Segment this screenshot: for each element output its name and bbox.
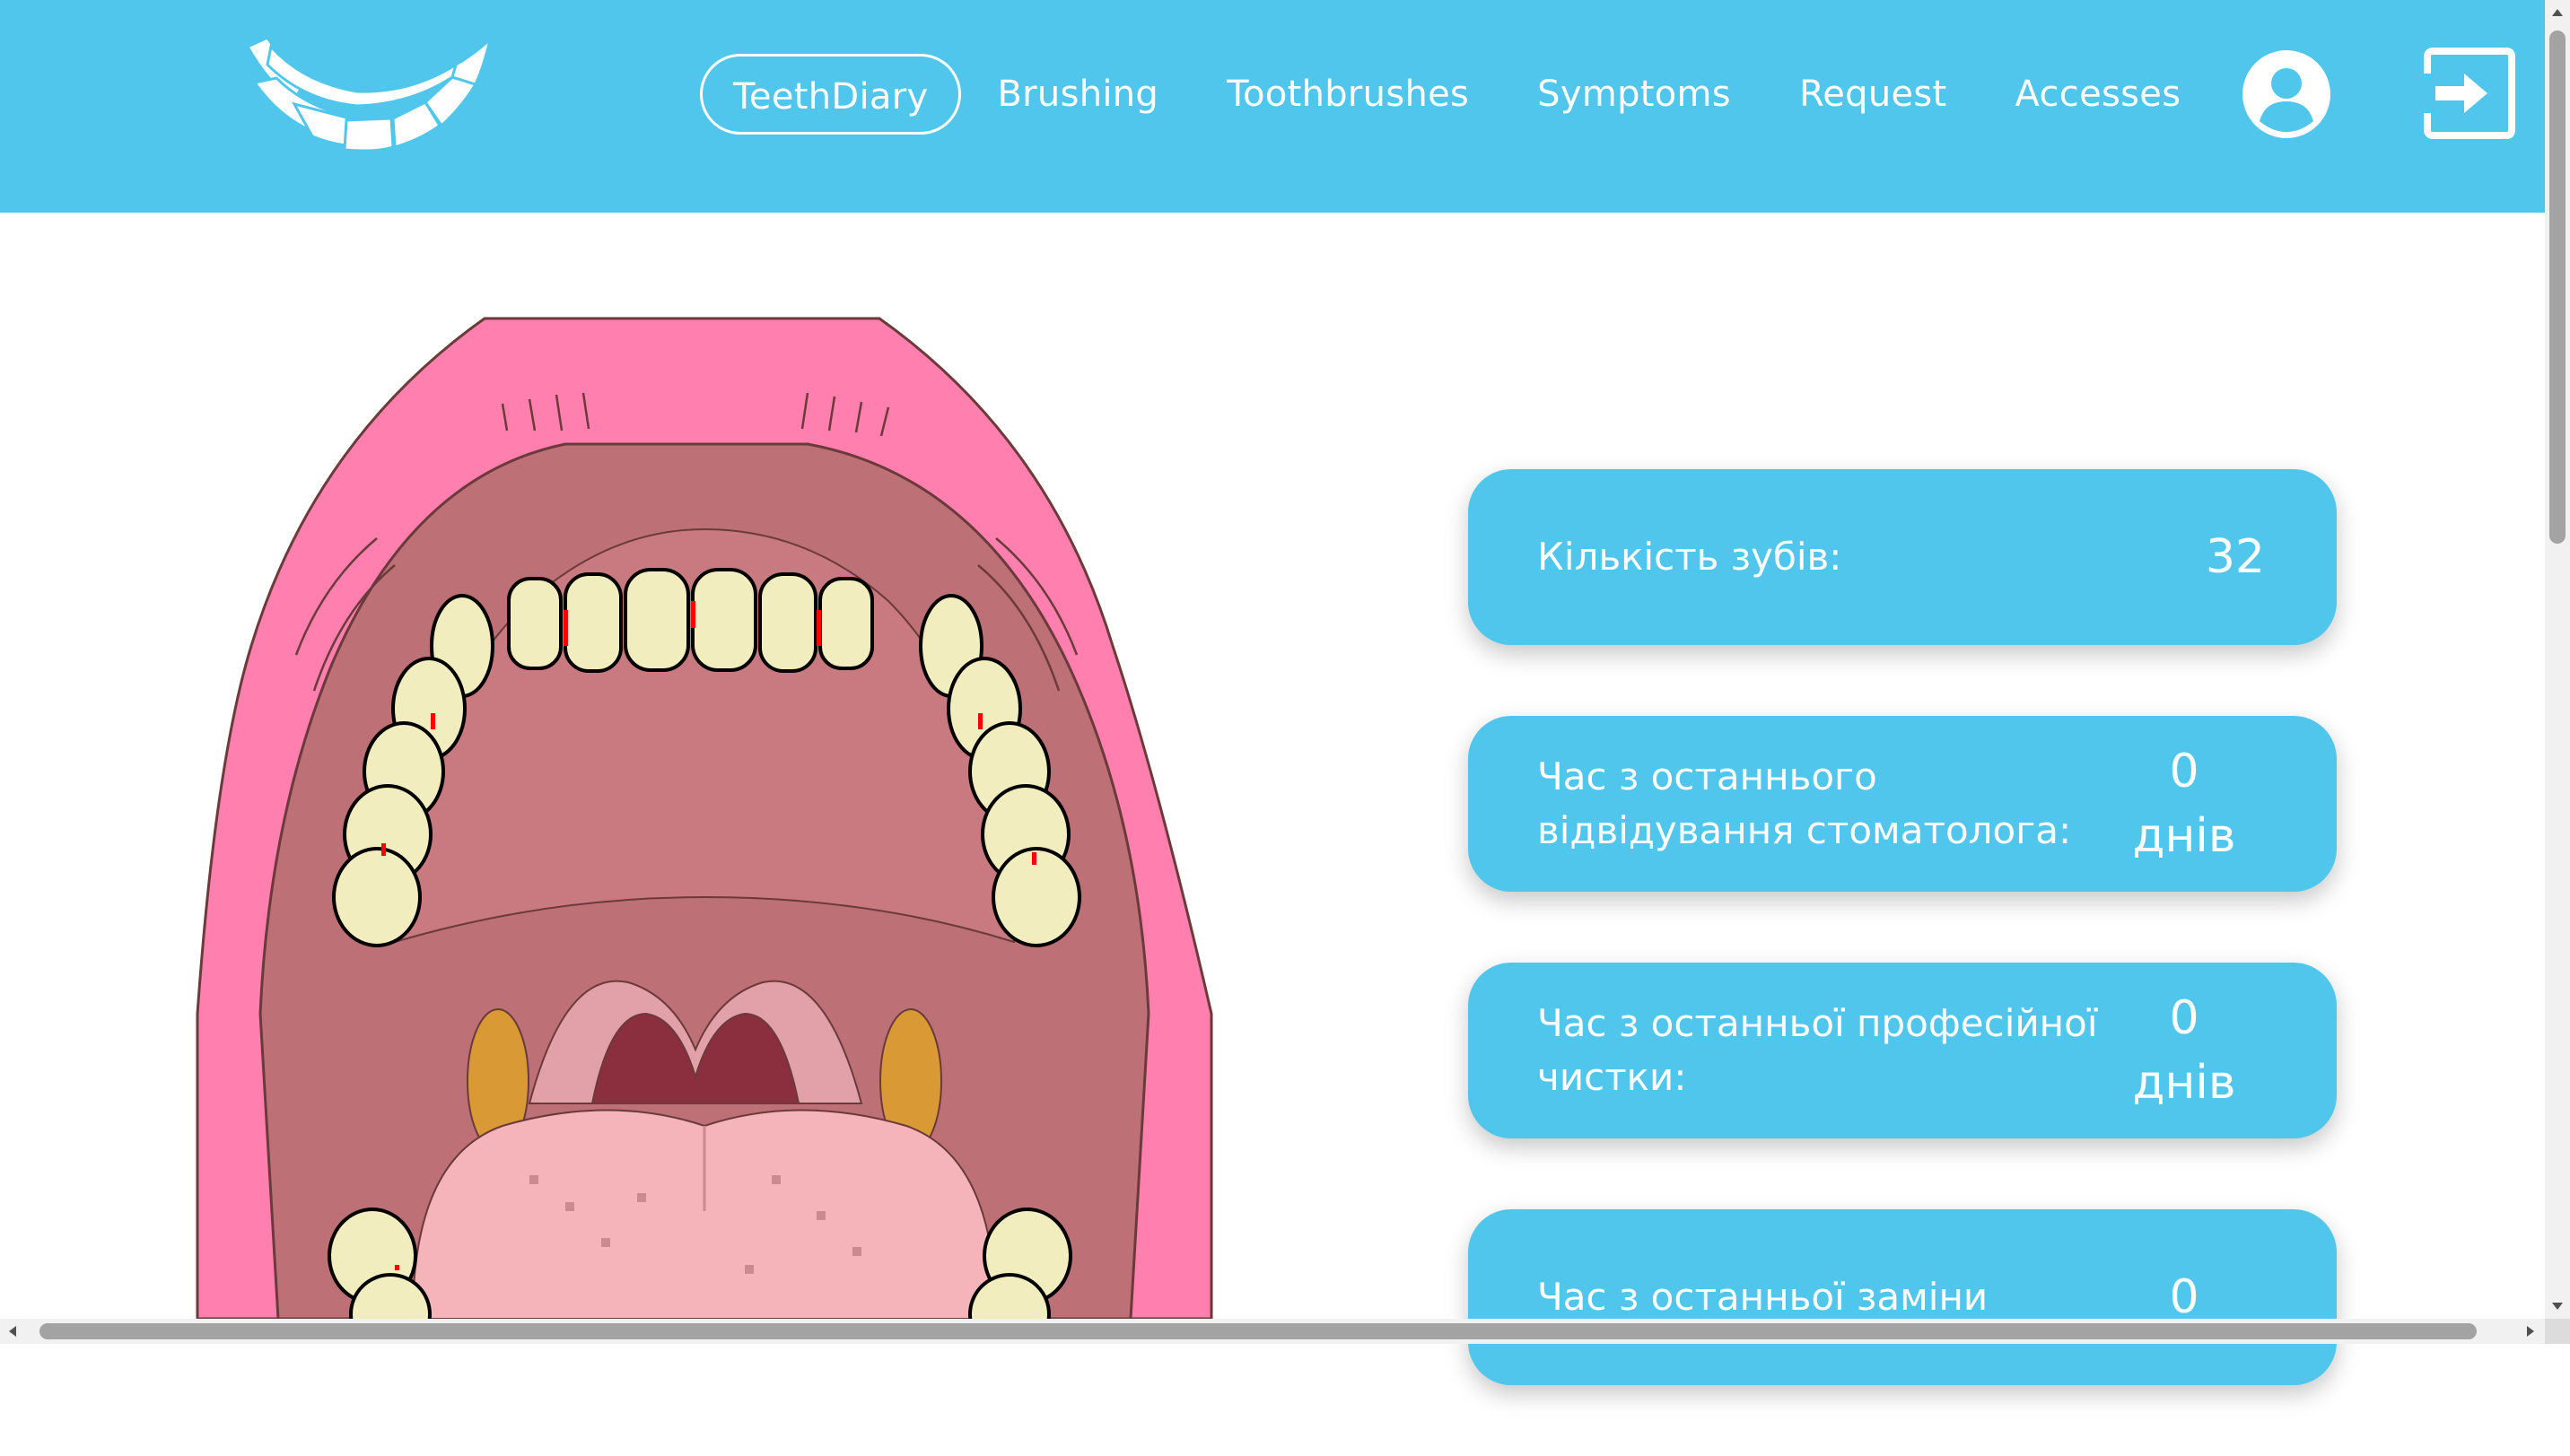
scroll-up-arrow-icon[interactable] bbox=[2552, 9, 2563, 16]
stat-label: Час з останньої професійної чистки: bbox=[1537, 1001, 2098, 1099]
stat-value: 0 днів bbox=[2103, 963, 2265, 1138]
top-navbar: TeethDiary Brushing Toothbrushes Symptom… bbox=[0, 0, 2545, 213]
stat-value: 32 bbox=[2103, 469, 2265, 645]
vertical-scroll-thumb[interactable] bbox=[2549, 31, 2566, 544]
stats-panel: Кількість зубів: 32 Час з останнього від… bbox=[1468, 469, 2337, 1456]
scroll-left-arrow-icon[interactable] bbox=[9, 1326, 16, 1337]
stat-card-toothbrush-replacement: Час з останньої заміни 0 bbox=[1468, 1209, 2337, 1385]
stat-number: 0 bbox=[2169, 991, 2199, 1045]
stat-unit: днів bbox=[2132, 809, 2236, 863]
nav-symptoms[interactable]: Symptoms bbox=[1505, 54, 1763, 135]
stat-number: 0 bbox=[2169, 745, 2199, 798]
stat-unit: днів bbox=[2132, 1056, 2236, 1110]
user-circle-icon[interactable] bbox=[2242, 49, 2331, 139]
sign-out-icon[interactable] bbox=[2423, 47, 2516, 140]
horizontal-scrollbar[interactable] bbox=[0, 1319, 2545, 1344]
smile-logo-icon[interactable] bbox=[240, 29, 492, 163]
horizontal-scroll-thumb[interactable] bbox=[39, 1323, 2477, 1339]
nav-toothbrushes[interactable]: Toothbrushes bbox=[1194, 54, 1501, 135]
scrollbar-corner bbox=[2545, 1319, 2570, 1344]
stat-card-dentist-visit: Час з останнього відвідування стоматолог… bbox=[1468, 716, 2337, 892]
scroll-down-arrow-icon[interactable] bbox=[2552, 1303, 2563, 1310]
nav-request[interactable]: Request bbox=[1767, 54, 1980, 135]
stat-label: Кількість зубів: bbox=[1537, 535, 1842, 579]
main-nav: TeethDiary Brushing Toothbrushes Symptom… bbox=[700, 52, 2216, 136]
stat-card-professional-cleaning: Час з останньої професійної чистки: 0 дн… bbox=[1468, 963, 2337, 1138]
nav-brushing[interactable]: Brushing bbox=[965, 54, 1191, 135]
stat-number: 32 bbox=[2205, 530, 2265, 584]
stat-label: Час з останнього відвідування стоматолог… bbox=[1537, 754, 2072, 852]
nav-teethdiary[interactable]: TeethDiary bbox=[700, 54, 962, 135]
stat-card-teeth-count: Кількість зубів: 32 bbox=[1468, 469, 2337, 645]
teeth-map-illustration[interactable] bbox=[188, 314, 1220, 1319]
stat-label: Час з останньої заміни bbox=[1537, 1275, 1989, 1319]
stat-value: 0 днів bbox=[2103, 716, 2265, 892]
scroll-right-arrow-icon[interactable] bbox=[2527, 1326, 2534, 1337]
stat-value: 0 bbox=[2103, 1209, 2265, 1385]
vertical-scrollbar[interactable] bbox=[2545, 0, 2570, 1319]
nav-accesses[interactable]: Accesses bbox=[1983, 54, 2214, 135]
